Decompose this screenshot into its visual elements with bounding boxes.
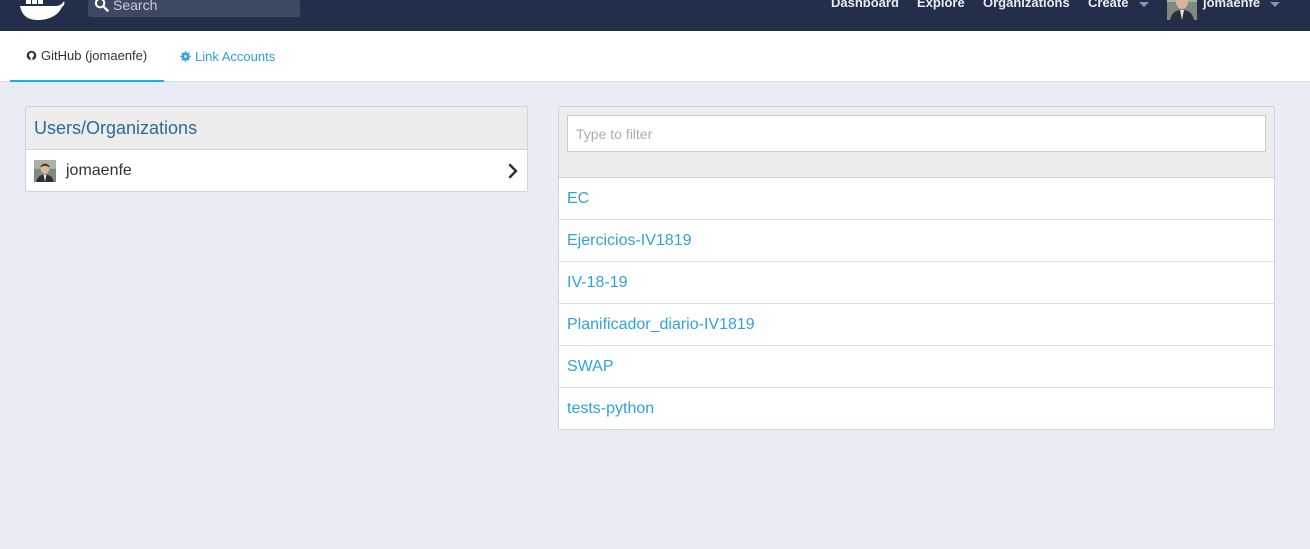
search-input[interactable] xyxy=(113,0,293,13)
nav-create-link[interactable]: Create xyxy=(1088,0,1128,10)
repo-item[interactable]: Ejercicios-IV1819 xyxy=(559,220,1274,262)
top-navbar: Dashboard Explore Organizations Create j… xyxy=(0,0,1310,31)
tab-link-accounts[interactable]: Link Accounts xyxy=(180,31,275,82)
gear-icon xyxy=(180,51,191,62)
account-tabs: GitHub (jomaenfe) Link Accounts xyxy=(0,31,1310,82)
users-organizations-panel: Users/Organizations jomaenfe xyxy=(25,106,528,192)
nav-username[interactable]: jomaenfe xyxy=(1203,0,1260,10)
repositories-panel: EC Ejercicios-IV1819 IV-18-19 Planificad… xyxy=(558,106,1275,430)
nav-dashboard-link[interactable]: Dashboard xyxy=(831,0,899,10)
repo-item[interactable]: IV-18-19 xyxy=(559,262,1274,304)
filter-input[interactable] xyxy=(567,115,1266,152)
tab-link-accounts-label: Link Accounts xyxy=(195,49,276,64)
repo-item[interactable]: Planificador_diario-IV1819 xyxy=(559,304,1274,346)
repo-item[interactable]: tests-python xyxy=(559,388,1274,430)
create-chevron-down-icon[interactable] xyxy=(1139,2,1149,7)
chevron-right-icon xyxy=(508,163,518,179)
filter-bar xyxy=(559,107,1274,178)
nav-organizations-link[interactable]: Organizations xyxy=(983,0,1070,10)
search-icon xyxy=(94,0,109,12)
panel-title: Users/Organizations xyxy=(26,107,527,150)
repo-item[interactable]: EC xyxy=(559,178,1274,220)
user-name: jomaenfe xyxy=(66,162,132,179)
avatar xyxy=(34,160,56,182)
tab-github[interactable]: GitHub (jomaenfe) xyxy=(10,31,164,82)
tab-github-label: GitHub (jomaenfe) xyxy=(41,48,148,63)
github-icon xyxy=(26,50,37,61)
nav-explore-link[interactable]: Explore xyxy=(917,0,965,10)
user-menu-chevron-down-icon[interactable] xyxy=(1270,2,1280,7)
docker-whale-logo-icon[interactable] xyxy=(18,0,66,20)
repo-item[interactable]: SWAP xyxy=(559,346,1274,388)
search-box[interactable] xyxy=(88,0,300,17)
user-avatar[interactable] xyxy=(1167,0,1197,20)
user-list-item[interactable]: jomaenfe xyxy=(26,150,527,192)
